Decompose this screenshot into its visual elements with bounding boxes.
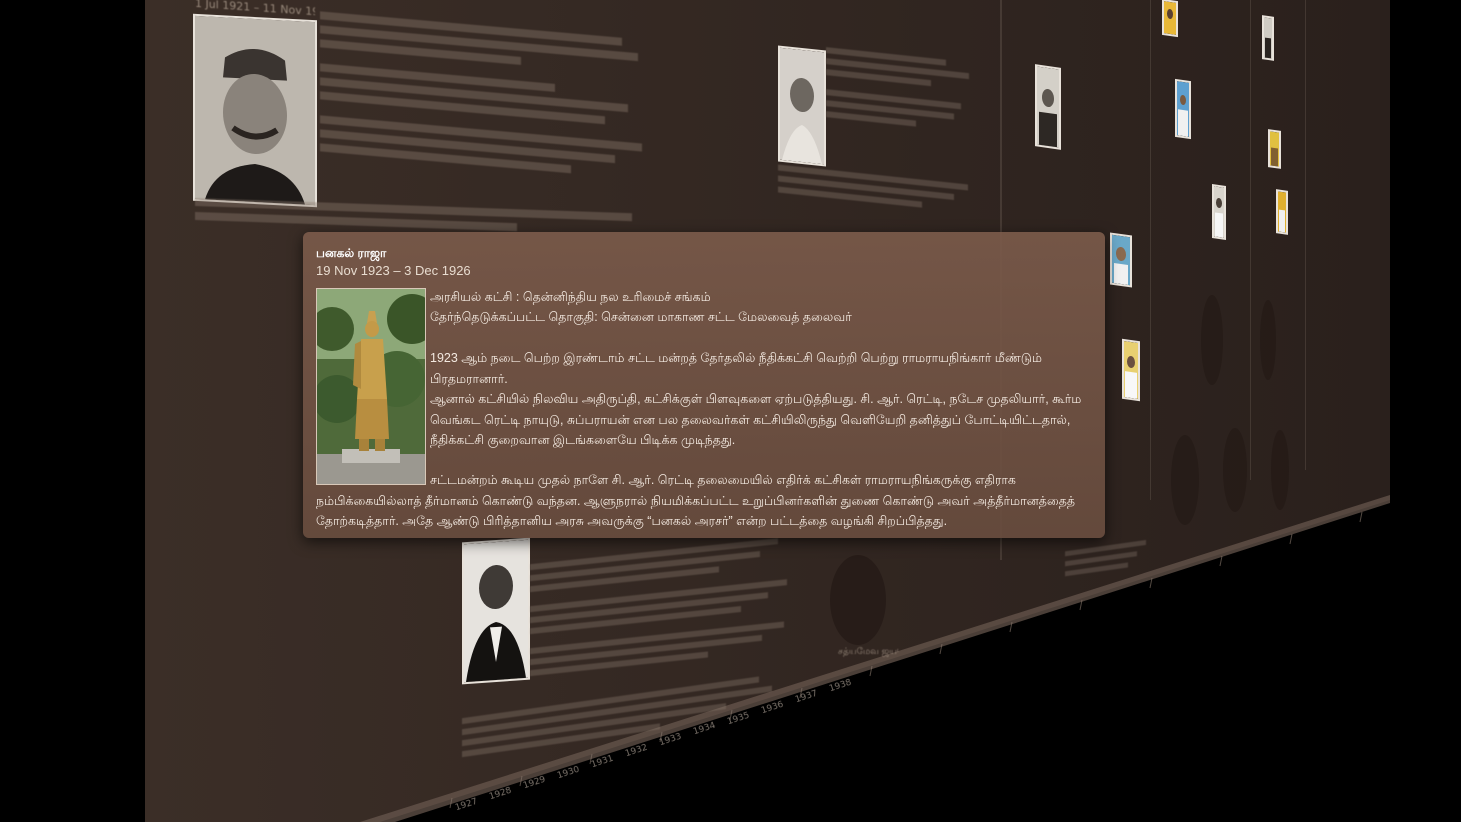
portrait-right-3[interactable] — [1122, 338, 1140, 402]
portrait-right-2[interactable] — [1110, 232, 1132, 288]
portrait-right-4[interactable] — [1162, 0, 1178, 38]
portrait-right-1[interactable] — [1035, 64, 1061, 150]
portrait-right-7-image — [1264, 17, 1272, 59]
popup-dates: 19 Nov 1923 – 3 Dec 1926 — [316, 263, 471, 278]
party-line: அரசியல் கட்சி : தென்னிந்திய நல உரிமைச் ச… — [430, 290, 711, 304]
portrait-middle-top[interactable] — [778, 45, 826, 167]
paragraph-2: ஆனால் கட்சியில் நிலவிய அதிருப்தி, கட்சிக… — [430, 392, 1082, 447]
portrait-right-6[interactable] — [1212, 184, 1226, 240]
portrait-right-1-image — [1037, 66, 1059, 148]
portrait-right-9[interactable] — [1276, 189, 1288, 235]
portrait-right-4-image — [1164, 1, 1176, 35]
popup-title: பனகல் ராஜா — [316, 246, 387, 260]
portrait-right-8[interactable] — [1268, 129, 1281, 169]
portrait-right-5[interactable] — [1175, 78, 1191, 140]
portrait-right-2-image — [1112, 234, 1130, 286]
portrait-right-8-image — [1270, 131, 1279, 167]
portrait-right-3-image — [1124, 341, 1138, 399]
portrait-middle-top-image — [780, 47, 824, 165]
constituency-line: தேர்ந்தெடுக்கப்பட்ட தொகுதி: சென்னை மாகாண… — [430, 310, 852, 324]
paragraph-1: 1923 ஆம் நடை பெற்ற இரண்டாம் சட்ட மன்றத் … — [430, 351, 1042, 386]
portrait-bottom[interactable] — [462, 537, 530, 685]
statue-photo — [316, 288, 426, 485]
bg-text-block-4 — [826, 42, 976, 178]
portrait-left[interactable] — [193, 13, 317, 208]
screen: 1 Jul 1921 – 11 Nov 1926 சத்யமேவ ஜய 1927… — [0, 0, 1461, 822]
portrait-bottom-image — [464, 539, 528, 683]
emblem-caption: சத்யமேவ ஜயதே — [838, 647, 898, 657]
paragraph-3: சட்டமன்றம் கூடிய முதல் நாளே சி. ஆர். ரெட… — [316, 473, 1075, 528]
portrait-left-image — [195, 15, 315, 206]
portrait-right-9-image — [1278, 191, 1286, 233]
portrait-right-5-image — [1177, 81, 1189, 137]
statue-image — [317, 289, 425, 484]
info-popup[interactable]: பனகல் ராஜா 19 Nov 1923 – 3 Dec 1926 அரசி… — [303, 232, 1105, 538]
portrait-right-6-image — [1214, 186, 1224, 238]
portrait-right-7[interactable] — [1262, 15, 1274, 61]
bg-text-block-7 — [1065, 534, 1155, 607]
